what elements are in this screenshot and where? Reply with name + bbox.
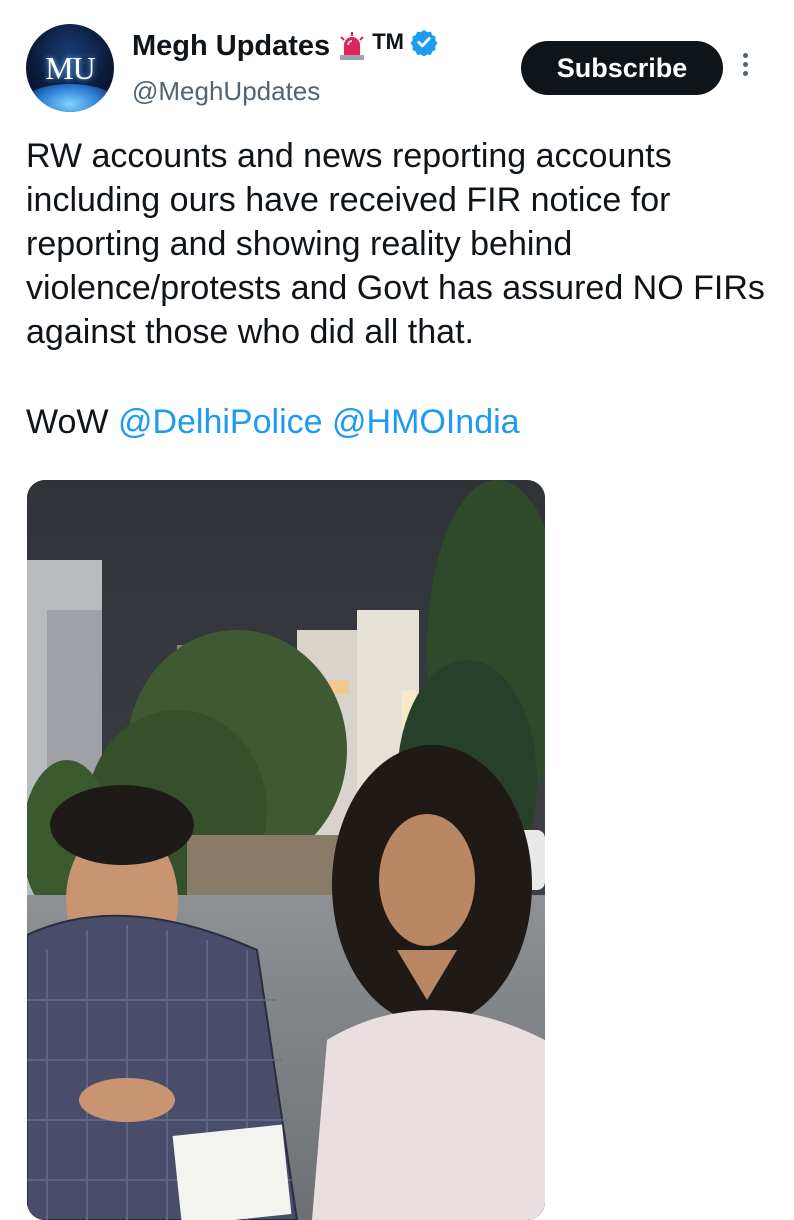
tweet-media-video[interactable] (27, 480, 545, 1220)
avatar-earth-glow (26, 84, 114, 112)
avatar[interactable]: MU (26, 24, 114, 112)
author-name-row: Megh Updates TM (132, 26, 438, 66)
avatar-initials: MU (45, 50, 96, 86)
more-options-icon[interactable] (738, 50, 752, 86)
author-handle[interactable]: @MeghUpdates (132, 76, 320, 107)
trademark-mark: TM (372, 29, 404, 54)
video-thumbnail-image (27, 480, 545, 1220)
tweet-header: MU Megh Updates TM @MeghUpdates Subscrib… (0, 0, 794, 120)
subscribe-button[interactable]: Subscribe (521, 41, 723, 95)
closing-prefix: WoW (26, 403, 109, 441)
display-name[interactable]: Megh Updates (132, 30, 330, 63)
mention-delhipolice[interactable]: @DelhiPolice (118, 403, 323, 441)
tweet-body-text: RW accounts and news reporting accounts … (26, 137, 765, 351)
verified-badge-icon (410, 29, 438, 56)
siren-icon (340, 32, 365, 60)
tweet-closing-line: WoW @DelhiPolice @HMOIndia (26, 400, 520, 444)
mention-hmoindia[interactable]: @HMOIndia (332, 403, 520, 441)
